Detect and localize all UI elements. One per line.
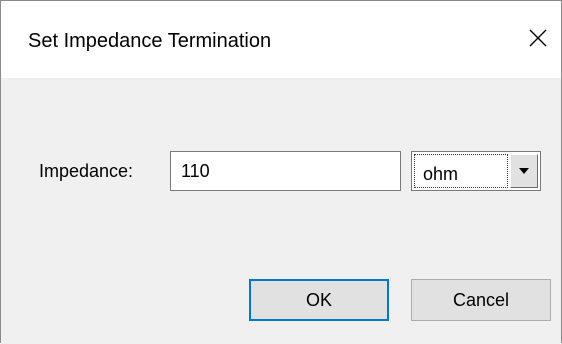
close-icon [528, 28, 548, 53]
unit-select-focus: ohm [414, 154, 508, 188]
impedance-label: Impedance: [39, 161, 134, 181]
unit-dropdown-button[interactable] [510, 154, 538, 188]
cancel-button[interactable]: Cancel [411, 279, 551, 321]
unit-select[interactable]: ohm [411, 151, 541, 191]
dropdown-arrow-icon [518, 162, 530, 180]
ok-button[interactable]: OK [249, 279, 389, 321]
impedance-input[interactable] [170, 151, 401, 191]
dialog-title: Set Impedance Termination [28, 30, 272, 52]
unit-selected-value: ohm [423, 164, 459, 184]
close-button[interactable] [515, 17, 561, 63]
title-bar: Set Impedance Termination [1, 1, 561, 78]
dialog-window: Set Impedance Termination Impedance: ohm [0, 0, 562, 344]
dialog-body: Impedance: ohm OK Cancel [1, 78, 561, 344]
